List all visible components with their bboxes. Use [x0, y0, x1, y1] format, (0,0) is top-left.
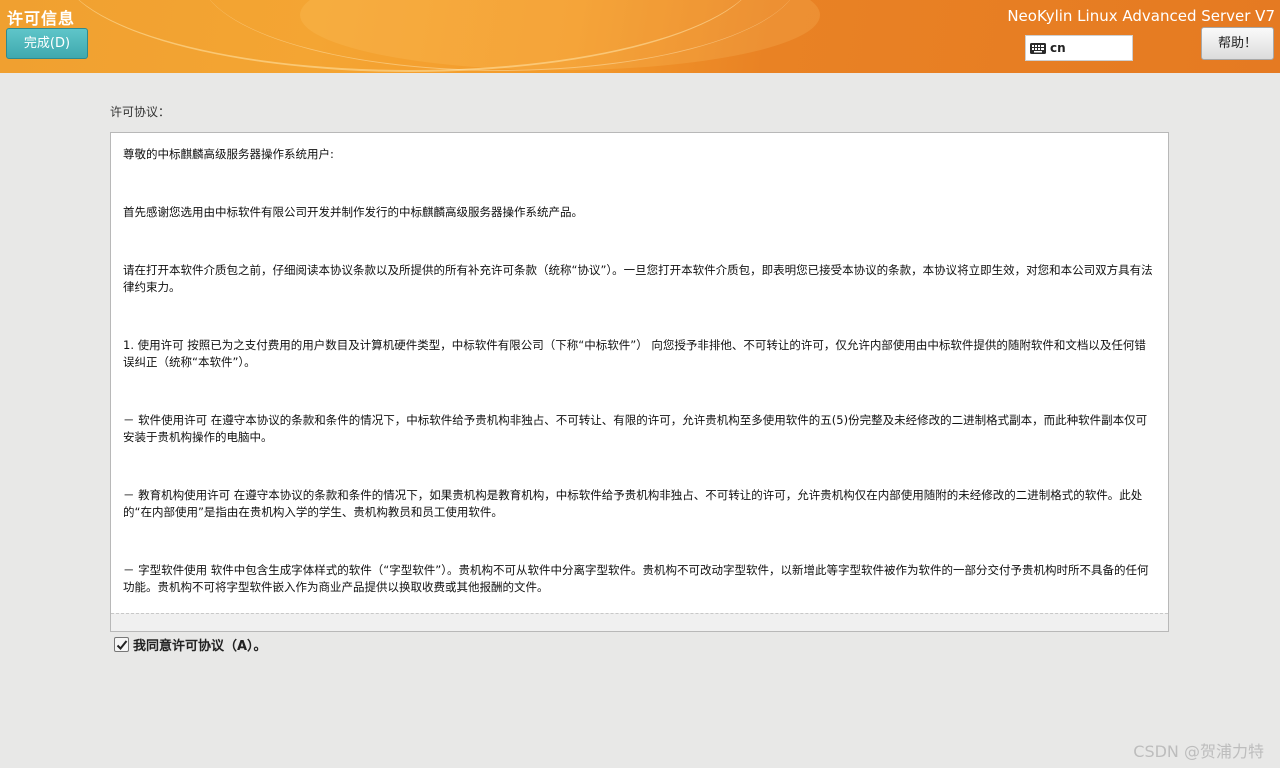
horizontal-scrollbar[interactable] [111, 613, 1168, 631]
keyboard-layout-indicator[interactable]: cn [1025, 35, 1133, 61]
help-button[interactable]: 帮助！ [1201, 27, 1274, 60]
license-paragraph: 请在打开本软件介质包之前，仔细阅读本协议条款以及所提供的所有补充许可条款（统称“… [123, 263, 1153, 294]
agree-checkbox-row[interactable]: 我同意许可协议（A）。 [114, 635, 267, 654]
license-text-view[interactable]: 尊敬的中标麒麟高级服务器操作系统用户: 首先感谢您选用由中标软件有限公司开发并制… [110, 132, 1169, 632]
license-paragraph: 首先感谢您选用由中标软件有限公司开发并制作发行的中标麒麟高级服务器操作系统产品。 [123, 205, 583, 219]
done-button[interactable]: 完成(D) [6, 28, 88, 59]
watermark: CSDN @贺浦力特 [1133, 742, 1264, 761]
keyboard-layout-label: cn [1050, 41, 1066, 55]
license-greeting: 尊敬的中标麒麟高级服务器操作系统用户: [123, 147, 334, 161]
license-section-label: 许可协议： [110, 105, 171, 119]
agree-checkbox[interactable] [114, 637, 129, 652]
top-bar: 许可信息 完成(D) NeoKylin Linux Advanced Serve… [0, 0, 1280, 73]
page-title: 许可信息 [7, 9, 76, 28]
license-paragraph: － 教育机构使用许可 在遵守本协议的条款和条件的情况下，如果贵机构是教育机构，中… [123, 488, 1143, 519]
agree-label: 我同意许可协议（A）。 [133, 639, 267, 654]
keyboard-icon [1030, 42, 1046, 54]
license-paragraph: 1. 使用许可 按照已为之支付费用的用户数目及计算机硬件类型，中标软件有限公司（… [123, 338, 1146, 369]
checkmark-icon [116, 639, 127, 650]
license-paragraph: － 软件使用许可 在遵守本协议的条款和条件的情况下，中标软件给予贵机构非独占、不… [123, 413, 1148, 444]
license-paragraph: － 字型软件使用 软件中包含生成字体样式的软件（“字型软件”）。贵机构不可从软件… [123, 563, 1149, 594]
product-name: NeoKylin Linux Advanced Server V7 [1007, 7, 1275, 25]
license-text: 尊敬的中标麒麟高级服务器操作系统用户: 首先感谢您选用由中标软件有限公司开发并制… [111, 133, 1168, 596]
